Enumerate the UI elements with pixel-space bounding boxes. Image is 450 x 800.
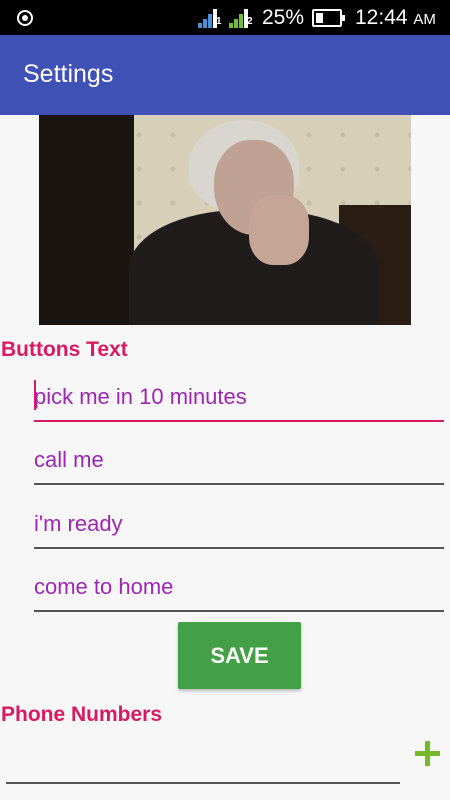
save-button[interactable]: SAVE — [178, 622, 301, 689]
clock: 12:44 AM — [355, 6, 436, 30]
button-text-field-3[interactable]: i'm ready — [34, 505, 444, 549]
button-text-value-2: call me — [34, 447, 104, 472]
sim1-label: 1 — [216, 16, 222, 27]
buttons-text-heading: Buttons Text — [1, 338, 128, 361]
battery-icon — [312, 9, 345, 27]
page-title: Settings — [23, 60, 114, 88]
recording-icon — [17, 10, 33, 26]
clock-ampm: AM — [413, 11, 436, 28]
button-text-value-3: i'm ready — [34, 511, 123, 536]
button-text-field-1[interactable]: pick me in 10 minutes — [34, 378, 444, 422]
portrait-photo[interactable] — [39, 115, 411, 325]
button-text-value-4: come to home — [34, 574, 174, 599]
battery-percent: 25% — [262, 6, 305, 29]
phone-numbers-heading: Phone Numbers — [1, 703, 163, 726]
clock-time: 12:44 — [355, 6, 408, 29]
sim2-label: 2 — [247, 16, 253, 27]
button-text-value-1: pick me in 10 minutes — [34, 384, 247, 409]
phone-number-field[interactable] — [6, 740, 400, 784]
app-bar: Settings — [0, 35, 450, 115]
plus-icon[interactable] — [415, 741, 440, 766]
button-text-field-2[interactable]: call me — [34, 441, 444, 485]
button-text-field-4[interactable]: come to home — [34, 568, 444, 612]
status-bar: 1 2 25% 12:44 AM — [0, 0, 450, 35]
